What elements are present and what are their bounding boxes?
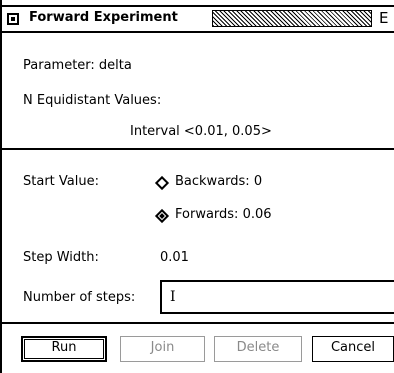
cancel-button[interactable]: Cancel xyxy=(312,336,394,362)
radio-forwards-label[interactable]: Forwards: 0.06 xyxy=(175,207,272,223)
step-width-value: 0.01 xyxy=(160,250,189,265)
window-menu-button[interactable] xyxy=(7,13,19,25)
join-button[interactable]: Join xyxy=(120,336,205,362)
title-bar[interactable]: Forward Experiment E xyxy=(2,5,394,35)
parameter-label: Parameter: delta xyxy=(23,58,132,73)
run-button[interactable]: Run xyxy=(21,336,107,362)
window-title: Forward Experiment xyxy=(29,10,178,25)
mode-label: N Equidistant Values: xyxy=(23,93,162,108)
radio-backwards-indicator[interactable] xyxy=(154,175,170,191)
radio-backwards-label[interactable]: Backwards: 0 xyxy=(175,174,262,190)
window-menu-icon xyxy=(11,17,15,21)
forward-experiment-dialog: Forward Experiment E Parameter: delta N … xyxy=(0,0,394,373)
start-value-label: Start Value: xyxy=(23,174,99,189)
section-divider xyxy=(2,148,394,150)
interval-label: Interval <0.01, 0.05> xyxy=(130,124,272,139)
delete-button[interactable]: Delete xyxy=(214,336,302,362)
step-width-label: Step Width: xyxy=(23,250,99,265)
number-of-steps-label: Number of steps: xyxy=(23,290,136,305)
number-of-steps-input[interactable]: I xyxy=(160,280,394,314)
radio-forwards-indicator[interactable] xyxy=(154,208,170,224)
button-row-divider xyxy=(2,322,394,324)
title-overflow-glyph: E xyxy=(379,9,389,27)
text-cursor-icon: I xyxy=(170,289,176,305)
window-border xyxy=(0,0,2,373)
title-drag-area[interactable] xyxy=(212,10,372,27)
